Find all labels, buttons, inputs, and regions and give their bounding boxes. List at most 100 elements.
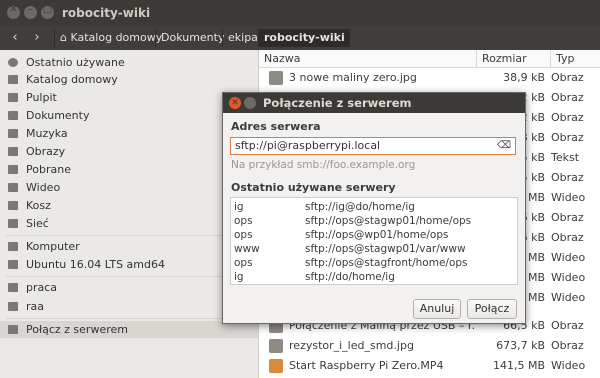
- server-address-input[interactable]: sftp://pi@raspberrypi.local ⌫: [230, 137, 516, 155]
- home-icon: ⌂: [60, 31, 67, 44]
- file-size: 141,5 MB: [492, 359, 545, 372]
- sidebar-item-home[interactable]: Katalog domowy: [0, 71, 258, 88]
- sidebar-item-network[interactable]: Sieć: [0, 215, 258, 232]
- sidebar-item-ubuntu-disk[interactable]: Ubuntu 16.04 LTS amd64: [0, 256, 258, 273]
- folder-icon: [8, 93, 18, 102]
- sidebar-item-label: Pulpit: [26, 91, 57, 104]
- network-icon: [8, 219, 18, 228]
- sidebar-item-praca[interactable]: praca: [0, 279, 258, 296]
- sidebar-item-raa[interactable]: raa: [0, 298, 258, 315]
- sidebar-item-label: Wideo: [26, 181, 61, 194]
- file-row[interactable]: 3 nowe maliny zero.jpg 38,9 kB Obraz: [259, 68, 600, 88]
- folder-icon: [8, 147, 18, 156]
- server-row[interactable]: ig sftp://ig@do/home/ig: [231, 200, 517, 214]
- maximize-icon: □: [42, 4, 53, 15]
- back-button[interactable]: ‹: [6, 29, 24, 47]
- file-type: Obraz: [551, 71, 584, 84]
- video-icon: [8, 183, 18, 192]
- sidebar-item-documents[interactable]: Dokumenty: [0, 107, 258, 124]
- file-size: 673,7 kB: [496, 339, 545, 352]
- folder-icon: [8, 111, 18, 120]
- server-url: sftp://ops@wp01/home/ops: [305, 229, 449, 241]
- window-titlebar: ✕ – □ robocity-wiki: [0, 0, 600, 26]
- sidebar-item-downloads[interactable]: Pobrane: [0, 161, 258, 178]
- folder-icon: [8, 283, 18, 292]
- image-file-icon: [269, 339, 283, 353]
- folder-icon: [8, 129, 18, 138]
- sidebar-item-desktop[interactable]: Pulpit: [0, 89, 258, 106]
- file-name: Start Raspberry Pi Zero.MP4: [289, 359, 444, 372]
- dialog-minimize-button[interactable]: [244, 97, 256, 109]
- recent-servers-label: Ostatnio używane serwery: [231, 181, 396, 194]
- sidebar-item-recent[interactable]: Ostatnio używane: [0, 54, 258, 71]
- sidebar-item-videos[interactable]: Wideo: [0, 179, 258, 196]
- file-type: Obraz: [551, 339, 584, 352]
- dialog-close-button[interactable]: ✕: [229, 97, 241, 109]
- sidebar: Ostatnio używane Katalog domowy Pulpit D…: [0, 50, 259, 378]
- column-header-name[interactable]: Nazwa: [259, 50, 477, 68]
- window-close-button[interactable]: ✕: [7, 4, 20, 19]
- download-icon: [8, 165, 18, 174]
- file-type: Wideo: [551, 251, 586, 264]
- recent-servers-list: ig sftp://ig@do/home/ig ops sftp://ops@sta…: [230, 197, 518, 285]
- sidebar-divider: [6, 276, 252, 277]
- sidebar-item-computer[interactable]: Komputer: [0, 238, 258, 255]
- sidebar-item-pictures[interactable]: Obrazy: [0, 143, 258, 160]
- path-bar: ‹ › ⌂ Katalog domowy Dokumenty ekipa rob…: [0, 26, 600, 50]
- sidebar-item-label: Pobrane: [26, 163, 71, 176]
- dialog-titlebar: ✕ Połączenie z serwerem: [223, 93, 525, 113]
- sidebar-item-label: Muzyka: [26, 127, 68, 140]
- file-type: Obraz: [551, 111, 584, 124]
- crumb-dokumenty[interactable]: Dokumenty: [155, 29, 229, 47]
- folder-icon: [8, 302, 18, 311]
- image-file-icon: [269, 71, 283, 85]
- file-row[interactable]: rezystor_i_led_smd.jpg 673,7 kB Obraz: [259, 336, 600, 356]
- sidebar-item-label: praca: [26, 281, 58, 294]
- clear-input-icon[interactable]: ⌫: [497, 138, 511, 154]
- sidebar-divider: [6, 318, 252, 319]
- server-address-value: sftp://pi@raspberrypi.local: [235, 139, 381, 152]
- column-header-type[interactable]: Typ: [551, 50, 600, 68]
- file-type: Obraz: [551, 171, 584, 184]
- server-row[interactable]: ops sftp://ops@stagwp01/home/ops: [231, 214, 517, 228]
- server-name: ig: [234, 201, 244, 213]
- server-name: www: [234, 243, 260, 255]
- server-row[interactable]: ops sftp://ops@wp01/home/ops: [231, 228, 517, 242]
- sidebar-item-label: raa: [26, 300, 45, 313]
- file-type: Obraz: [551, 211, 584, 224]
- crumb-robocity-wiki[interactable]: robocity-wiki: [258, 29, 350, 47]
- computer-icon: [8, 242, 18, 251]
- sidebar-item-label: Katalog domowy: [26, 73, 118, 86]
- server-url: sftp://do/home/ig: [305, 271, 395, 283]
- server-name: ig: [234, 271, 244, 283]
- server-row[interactable]: www sftp://ops@stagwp01/var/www: [231, 242, 517, 256]
- file-size: 38,9 kB: [503, 71, 545, 84]
- crumb-ekipa[interactable]: ekipa: [222, 29, 263, 47]
- connect-button[interactable]: Połącz: [467, 299, 517, 319]
- server-row[interactable]: ops sftp://ops@stagfront/home/ops: [231, 256, 517, 270]
- sidebar-item-label: Sieć: [26, 217, 49, 230]
- server-url: sftp://ops@stagfront/home/ops: [305, 257, 468, 269]
- server-name: ops: [234, 215, 253, 227]
- sidebar-item-label: Ostatnio używane: [26, 56, 125, 69]
- file-type: Obraz: [551, 91, 584, 104]
- video-file-icon: [269, 359, 283, 373]
- file-type: Wideo: [551, 271, 586, 284]
- window-maximize-button[interactable]: □: [41, 4, 54, 19]
- window-minimize-button[interactable]: –: [24, 4, 37, 19]
- server-row[interactable]: ig sftp://do/home/ig: [231, 270, 517, 284]
- cancel-button[interactable]: Anuluj: [413, 299, 461, 319]
- crumb-home[interactable]: ⌂ Katalog domowy: [54, 29, 167, 47]
- server-url: sftp://ops@stagwp01/var/www: [305, 243, 466, 255]
- sidebar-item-connect-server[interactable]: Połącz z serwerem: [0, 321, 258, 338]
- address-hint: Na przykład smb://foo.example.org: [231, 159, 416, 171]
- clock-icon: [8, 58, 18, 67]
- forward-button[interactable]: ›: [28, 29, 46, 47]
- sidebar-item-label: Kosz: [26, 199, 51, 212]
- server-icon: [8, 325, 18, 334]
- column-header-size[interactable]: Rozmiar: [477, 50, 551, 68]
- sidebar-item-music[interactable]: Muzyka: [0, 125, 258, 142]
- file-row[interactable]: Start Raspberry Pi Zero.MP4 141,5 MB Wideo: [259, 356, 600, 376]
- sidebar-item-trash[interactable]: Kosz: [0, 197, 258, 214]
- sidebar-item-label: Komputer: [26, 240, 80, 253]
